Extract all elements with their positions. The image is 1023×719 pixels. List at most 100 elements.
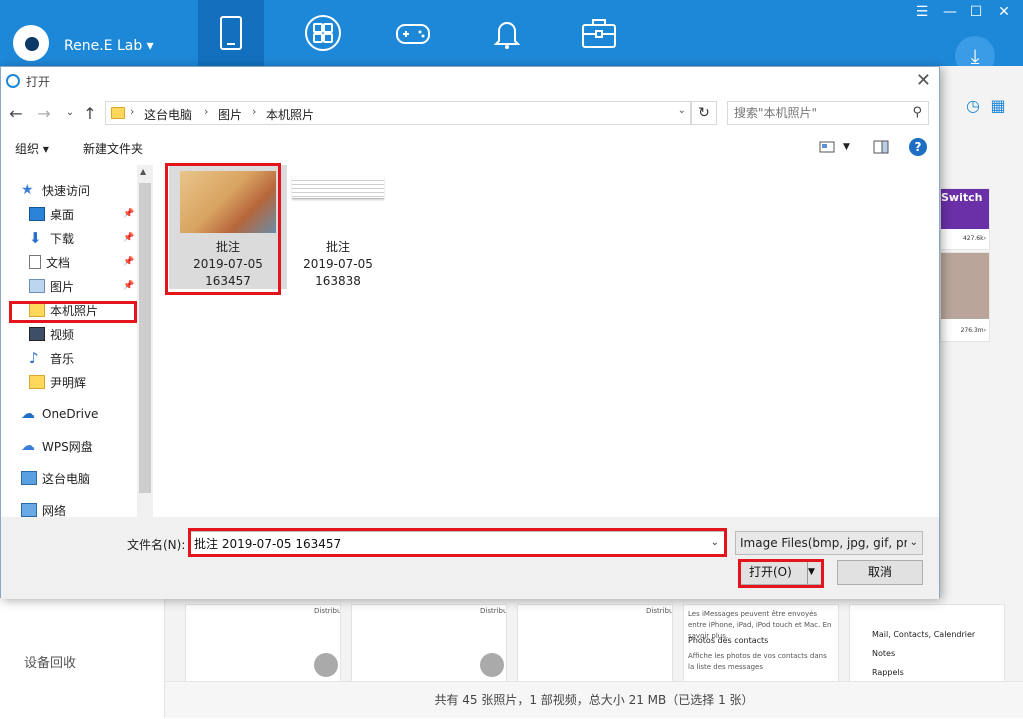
nav-item-network[interactable]: 网络 [21, 499, 66, 517]
scrollbar-thumb[interactable] [139, 183, 151, 493]
filename-input[interactable] [194, 533, 694, 553]
toolbox-icon[interactable] [566, 0, 632, 66]
file-name: 批注 [215, 240, 240, 254]
chevron-down-icon[interactable]: ▼ [843, 142, 850, 152]
download-arrow-icon: ⬇ [29, 229, 42, 247]
clock-icon[interactable]: ◷ [962, 96, 984, 118]
search-box[interactable]: ⚲ [727, 101, 929, 125]
nav-item-label: 快速访问 [42, 183, 91, 198]
filetype-value: Image Files(bmp, jpg, gif, pr [740, 536, 909, 550]
thumb-size: 427.6k› [962, 235, 986, 242]
nav-item-onedrive[interactable]: ☁ OneDrive [21, 403, 98, 425]
back-icon[interactable]: ← [7, 104, 25, 123]
photo-thumbnail[interactable]: Distribué [351, 604, 507, 682]
help-icon[interactable]: ? [909, 138, 927, 156]
nav-item-desktop[interactable]: 桌面 [29, 203, 74, 225]
nav-item-this-pc[interactable]: 这台电脑 [21, 467, 90, 489]
star-icon: ★ [21, 182, 34, 198]
bell-icon[interactable] [474, 0, 540, 66]
nav-item-quick-access[interactable]: ★ 快速访问 [21, 179, 90, 201]
view-options-icon[interactable] [819, 139, 835, 155]
cancel-button[interactable]: 取消 [837, 560, 923, 585]
sidebar-item-recycle[interactable]: 设备回收 [24, 652, 76, 671]
open-button-label: 打开(O) [749, 565, 792, 579]
nav-item-wps-drive[interactable]: ☁ WPS网盘 [21, 435, 93, 457]
dialog-title: 打开 [26, 75, 51, 89]
chevron-right-icon[interactable]: › [130, 105, 134, 118]
app-logo [10, 22, 52, 64]
maximize-icon[interactable]: ☐ [966, 4, 986, 20]
up-icon[interactable]: ↑ [81, 104, 99, 123]
nav-item-documents[interactable]: 文档 [29, 251, 70, 273]
chevron-down-icon[interactable]: ⌄ [906, 532, 918, 554]
search-input[interactable] [734, 103, 904, 123]
search-icon[interactable]: ⚲ [912, 105, 922, 120]
grid-view-icon[interactable]: ▦ [987, 96, 1009, 118]
brand-menu[interactable]: Rene.E Lab ▾ [64, 38, 154, 54]
breadcrumb-item[interactable]: 本机照片 [266, 106, 314, 123]
filetype-select[interactable]: Image Files(bmp, jpg, gif, pr ⌄ [735, 531, 923, 555]
thumb-text: Photos des contacts [688, 636, 769, 645]
computer-icon [21, 471, 37, 485]
photo-thumbnail[interactable]: 276.3m› [940, 252, 990, 342]
file-thumbnail [292, 171, 384, 233]
close-icon[interactable]: ✕ [994, 4, 1014, 20]
file-item[interactable]: 批注 2019-07-05 163838 [279, 165, 397, 290]
nav-item-user-folder[interactable]: 尹明辉 [29, 371, 86, 393]
minimize-icon[interactable]: — [940, 4, 960, 20]
pin-icon: 📌 [123, 233, 135, 243]
file-time: 163838 [315, 274, 361, 288]
chevron-down-icon[interactable]: ⌄ [678, 105, 686, 116]
nav-item-downloads[interactable]: ⬇ 下载 [29, 227, 74, 249]
file-date: 2019-07-05 [193, 257, 263, 271]
status-bar: 共有 45 张照片，1 部视频，总大小 21 MB（已选择 1 张） [165, 681, 1023, 718]
photo-thumbnail[interactable]: Les iMessages peuvent être envoyés entre… [683, 604, 839, 682]
thumb-size: 276.3m› [960, 327, 986, 334]
nav-scrollbar[interactable]: ▲ [137, 165, 153, 517]
pin-icon: 📌 [123, 281, 135, 291]
nav-item-music[interactable]: ♪ 音乐 [29, 347, 74, 369]
photo-thumbnail[interactable]: Mail, Contacts, Calendrier Notes Rappels [849, 604, 1005, 682]
open-button[interactable]: 打开(O) ▼ [740, 560, 822, 585]
open-split-dropdown-icon[interactable]: ▼ [807, 561, 821, 584]
chevron-down-icon[interactable]: ⌄ [711, 537, 719, 548]
file-item[interactable]: 批注 2019-07-05 163457 [169, 165, 287, 289]
thumb-text: Notes [872, 649, 896, 658]
menu-icon[interactable]: ☰ [912, 4, 932, 20]
filename-combobox[interactable]: ⌄ [189, 531, 725, 555]
dialog-footer: 文件名(N): ⌄ Image Files(bmp, jpg, gif, pr … [1, 517, 939, 599]
app-icon [6, 74, 20, 88]
photo-thumbnail[interactable]: Switch 427.6k› [940, 188, 990, 250]
video-icon [29, 327, 45, 341]
nav-item-label: 下载 [50, 231, 75, 246]
nav-item-label: WPS网盘 [42, 439, 93, 454]
nav-item-local-photos[interactable]: 本机照片 [29, 299, 98, 321]
photo-thumbnail[interactable]: Distribué [517, 604, 673, 682]
folder-icon [111, 107, 125, 119]
nav-item-label: 桌面 [50, 207, 75, 222]
thumb-text: Rappels [872, 668, 904, 677]
organize-button[interactable]: 组织 ▾ [15, 140, 49, 157]
network-icon [21, 503, 37, 517]
recent-locations-icon[interactable]: ⌄ [61, 107, 79, 118]
gamepad-icon[interactable] [380, 0, 446, 66]
new-folder-button[interactable]: 新建文件夹 [83, 140, 143, 157]
thumb-text: Les iMessages peuvent être envoyés entre… [688, 610, 832, 640]
cloud-icon: ☁ [21, 406, 35, 422]
command-bar: 组织 ▾ 新建文件夹 ▼ ? [1, 133, 939, 163]
chevron-right-icon[interactable]: › [252, 105, 256, 118]
refresh-icon[interactable]: ↻ [691, 101, 717, 125]
breadcrumb-item[interactable]: 图片 [218, 106, 242, 123]
scroll-up-icon[interactable]: ▲ [140, 167, 146, 176]
close-icon[interactable]: ✕ [916, 70, 931, 91]
nav-item-videos[interactable]: 视频 [29, 323, 74, 345]
photo-thumbnail[interactable]: Distribué [185, 604, 341, 682]
forward-icon[interactable]: → [35, 104, 53, 123]
breadcrumb-item[interactable]: 这台电脑 [144, 106, 192, 123]
preview-pane-icon[interactable] [873, 139, 889, 155]
apps-icon[interactable] [290, 0, 356, 66]
phone-icon[interactable] [198, 0, 264, 66]
address-bar[interactable]: › 这台电脑 › 图片 › 本机照片 ⌄ [105, 101, 691, 125]
nav-item-pictures[interactable]: 图片 [29, 275, 74, 297]
chevron-right-icon[interactable]: › [204, 105, 208, 118]
